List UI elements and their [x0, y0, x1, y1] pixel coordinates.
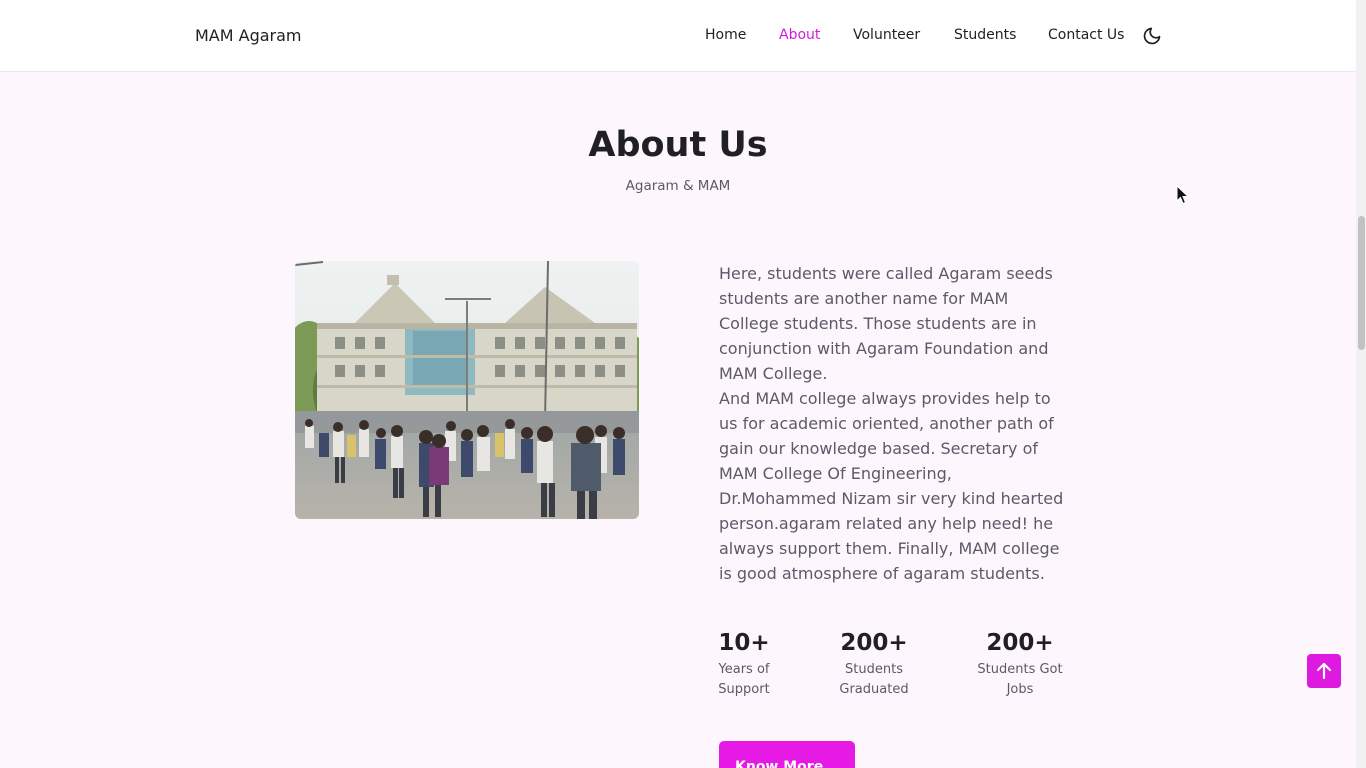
- stat-graduated: 200+ Students Graduated: [834, 629, 914, 700]
- page-scrollbar[interactable]: [1356, 0, 1366, 768]
- stat-number: 200+: [986, 630, 1054, 656]
- about-description: Here, students were called Agaram seeds …: [719, 261, 1067, 586]
- stat-years: 10+ Years of Support: [710, 629, 778, 700]
- nav-volunteer-link[interactable]: Volunteer: [853, 27, 920, 43]
- college-campus-image: [295, 261, 639, 519]
- moon-icon[interactable]: [1142, 26, 1162, 46]
- stat-number: 10+: [718, 630, 770, 656]
- top-navbar: MAM Agaram Home About Volunteer Students…: [0, 0, 1356, 72]
- section-subtitle: Agaram & MAM: [625, 178, 731, 194]
- know-more-button[interactable]: Know More: [719, 741, 855, 768]
- about-paragraph: Here, students were called Agaram seeds …: [719, 264, 1053, 383]
- about-paragraph: And MAM college always provides help to …: [719, 389, 1064, 583]
- nav-contact-link[interactable]: Contact Us: [1048, 27, 1124, 43]
- nav-students-link[interactable]: Students: [954, 27, 1016, 43]
- arrow-up-icon: [1316, 662, 1332, 680]
- scrollbar-thumb[interactable]: [1358, 216, 1365, 350]
- nav-about-link[interactable]: About: [779, 27, 820, 43]
- stat-label: Students Got Jobs: [977, 662, 1063, 697]
- stat-label: Years of Support: [718, 662, 770, 697]
- section-title: About Us: [588, 125, 768, 165]
- stat-label: Students Graduated: [839, 662, 909, 697]
- mouse-cursor-icon: [1176, 184, 1190, 205]
- stat-number: 200+: [840, 630, 908, 656]
- scroll-to-top-button[interactable]: [1307, 654, 1341, 688]
- stat-jobs: 200+ Students Got Jobs: [972, 629, 1068, 700]
- nav-home-link[interactable]: Home: [705, 27, 746, 43]
